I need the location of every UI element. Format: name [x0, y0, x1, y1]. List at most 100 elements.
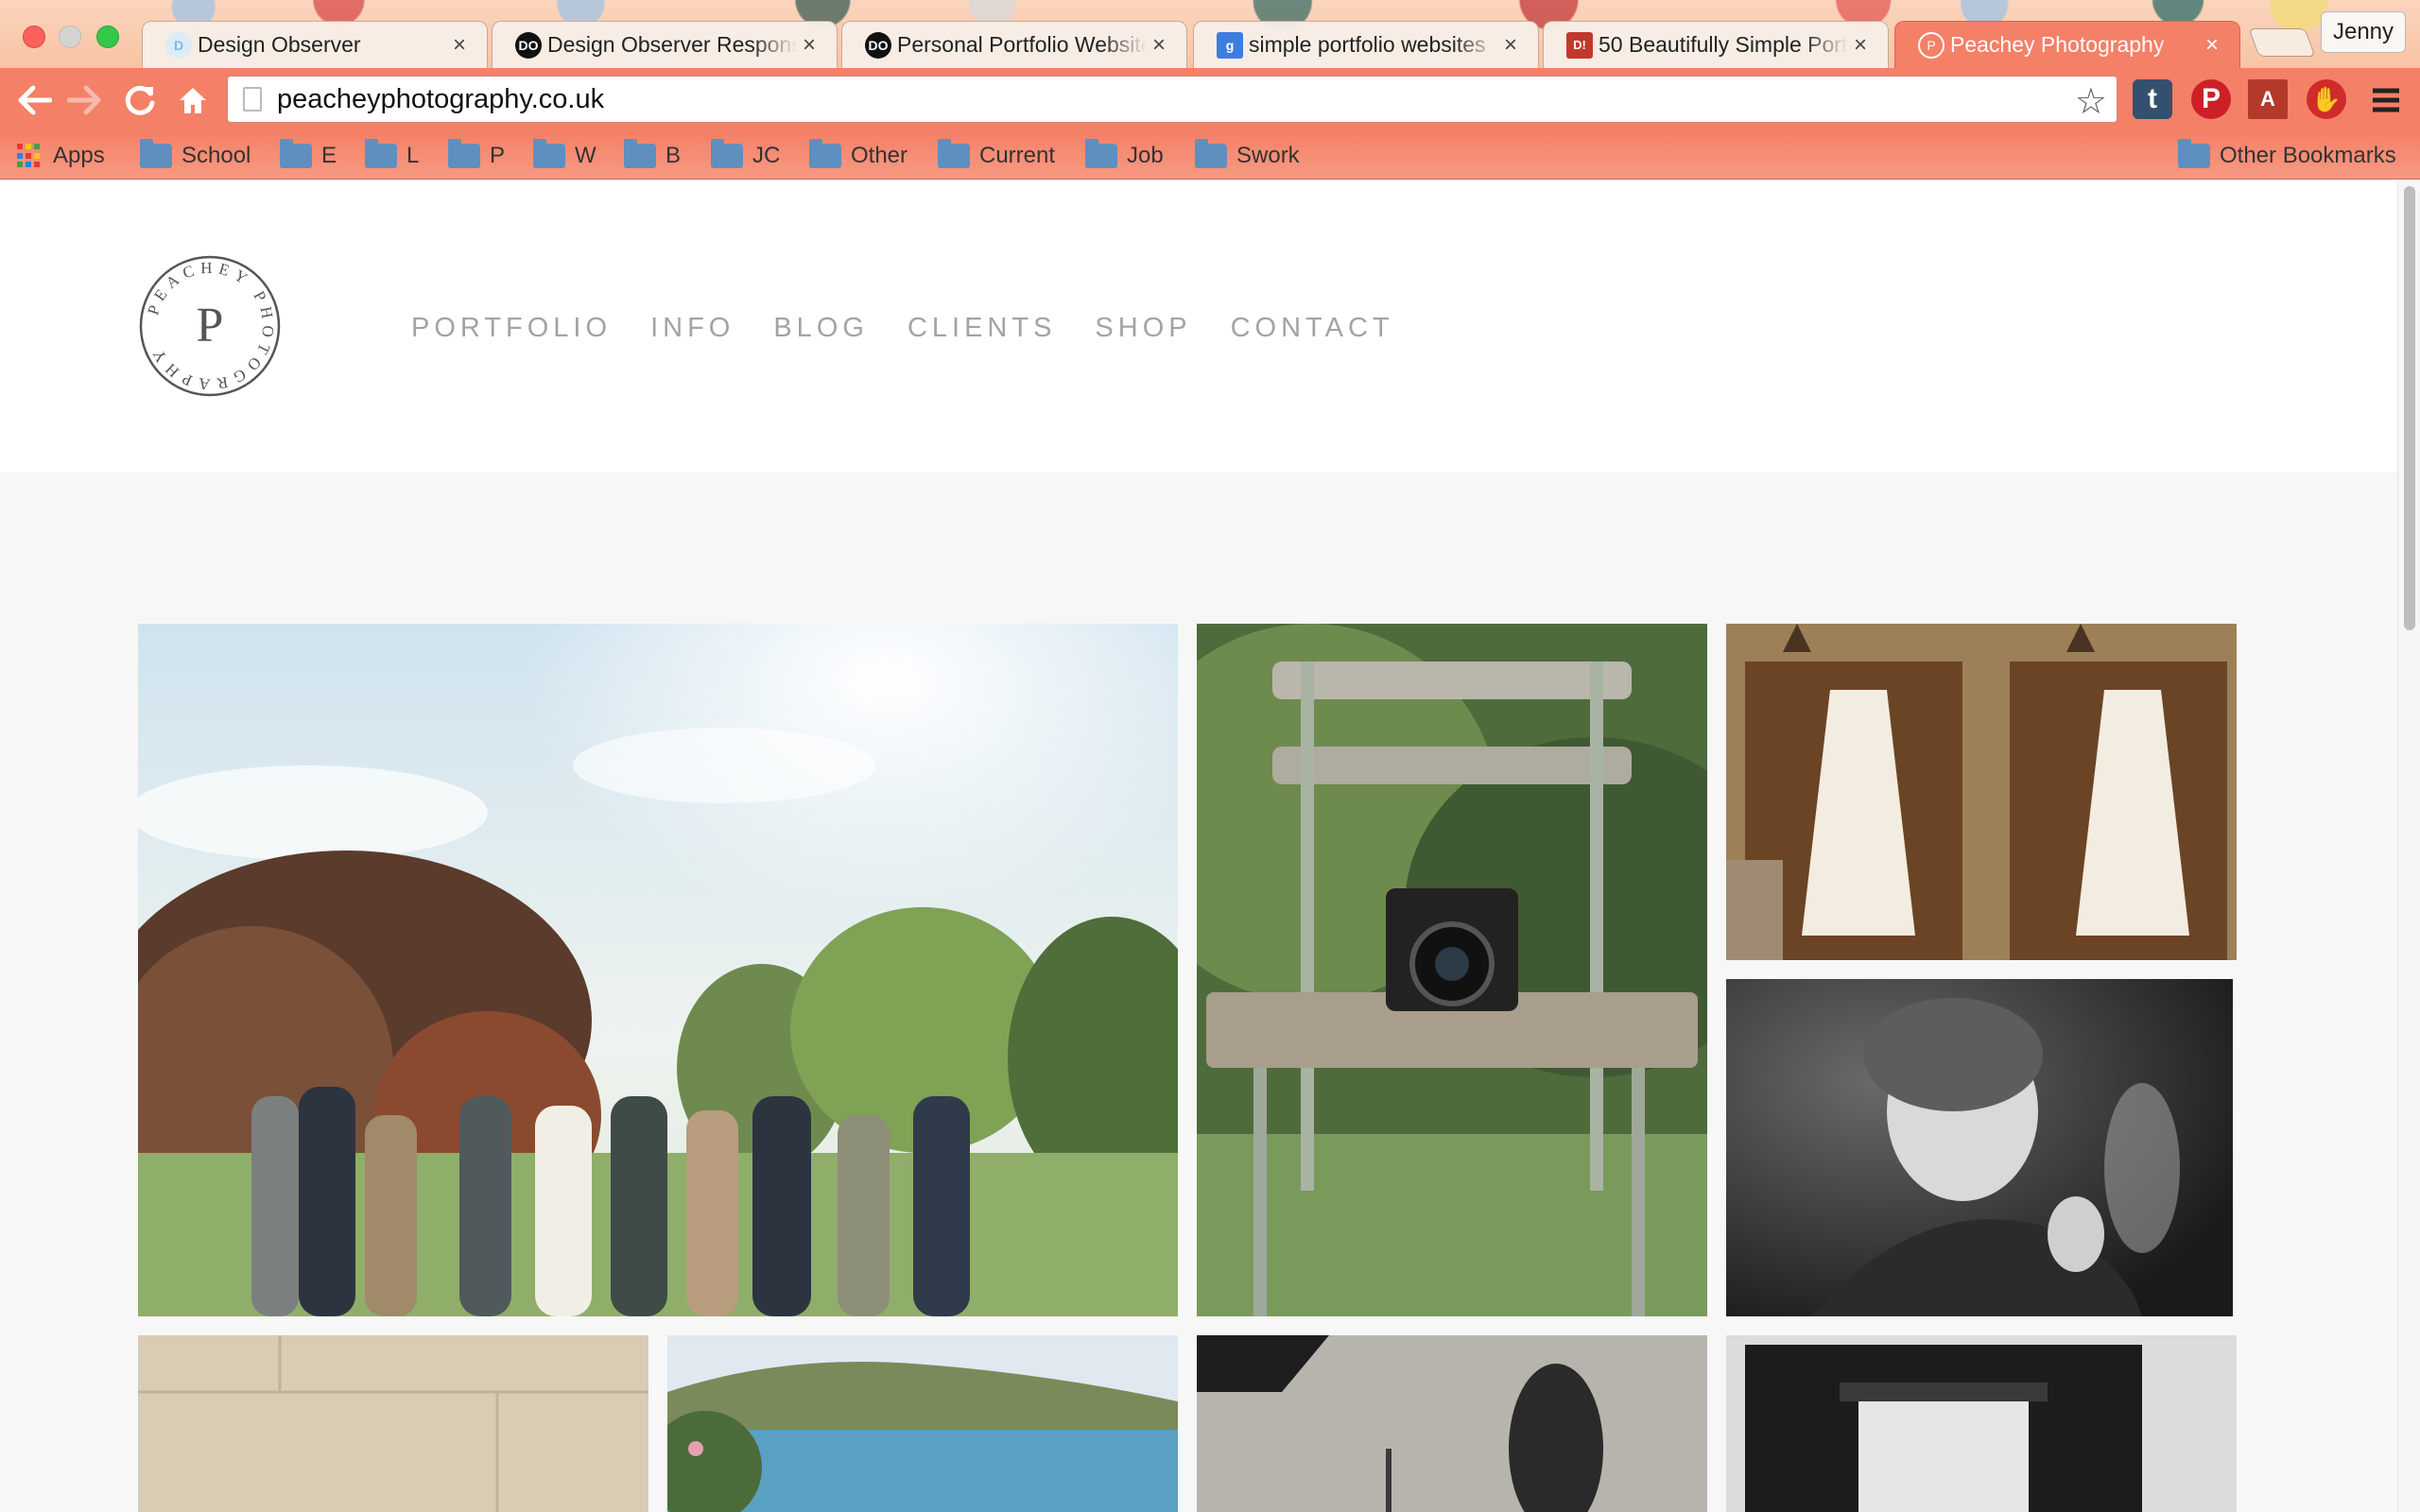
- bookmark-folder-current[interactable]: Current: [938, 139, 1056, 172]
- tab-close-icon[interactable]: ×: [797, 32, 821, 59]
- web-page: PEACHEY PHOTOGRAPHY P PORTFOLIO INFO BLO…: [0, 180, 2397, 1512]
- scrollbar-thumb[interactable]: [2404, 186, 2415, 630]
- tab-title: Peachey Photography: [1950, 32, 2165, 57]
- tab-peachey-photography[interactable]: P Peachey Photography ×: [1894, 21, 2240, 68]
- folder-icon: [140, 139, 172, 168]
- tab-simple-portfolio[interactable]: g simple portfolio websites ×: [1193, 21, 1539, 68]
- url-text: peacheyphotography.co.uk: [277, 83, 605, 114]
- bookmark-label: Job: [1127, 143, 1164, 168]
- tab-title: simple portfolio websites: [1249, 32, 1486, 57]
- gallery-photo-camera-chair[interactable]: [1197, 624, 1707, 1316]
- bookmark-folder-e[interactable]: E: [280, 139, 337, 172]
- peachey-logo[interactable]: PEACHEY PHOTOGRAPHY P: [138, 254, 282, 398]
- home-icon[interactable]: [170, 77, 216, 123]
- tab-close-icon[interactable]: ×: [1498, 32, 1523, 59]
- gallery-photo-stone-wall[interactable]: [138, 1335, 648, 1512]
- tab-personal-portfolio[interactable]: DO Personal Portfolio Website ×: [841, 21, 1187, 68]
- nav-shop[interactable]: SHOP: [1095, 313, 1191, 344]
- tab-title: Design Observer: [198, 32, 361, 57]
- folder-icon: [533, 139, 565, 168]
- gallery-photo-wedding-party[interactable]: [138, 624, 1178, 1316]
- bookmark-folder-other-bookmarks[interactable]: Other Bookmarks: [2178, 139, 2396, 172]
- window-minimize-button[interactable]: [59, 26, 81, 48]
- tab-close-icon[interactable]: ×: [1848, 32, 1873, 59]
- folder-icon: [2178, 139, 2210, 168]
- pinterest-extension-icon[interactable]: P: [2191, 79, 2231, 119]
- main-nav: PORTFOLIO INFO BLOG CLIENTS SHOP CONTACT: [411, 313, 1433, 344]
- favicon-icon: g: [1217, 31, 1243, 59]
- bookmark-folder-b[interactable]: B: [624, 139, 681, 172]
- window-maximize-button[interactable]: [96, 26, 119, 48]
- site-header: PEACHEY PHOTOGRAPHY P PORTFOLIO INFO BLO…: [0, 180, 2397, 472]
- folder-icon: [938, 139, 970, 168]
- tumblr-extension-icon[interactable]: t: [2133, 79, 2172, 119]
- bookmark-folder-job[interactable]: Job: [1085, 139, 1164, 172]
- forward-arrow-icon[interactable]: [62, 77, 108, 123]
- nav-contact[interactable]: CONTACT: [1231, 313, 1394, 344]
- folder-icon: [1085, 139, 1117, 168]
- bookmark-label: Swork: [1236, 143, 1300, 168]
- tab-design-observer-responsive[interactable]: DO Design Observer Responsive ×: [492, 21, 838, 68]
- gallery-photo-bw-portrait[interactable]: [1726, 979, 2233, 1316]
- folder-icon: [809, 139, 841, 168]
- gallery-photo-couple-sunset[interactable]: [1197, 1335, 1707, 1512]
- new-tab-button[interactable]: [2248, 28, 2316, 57]
- bookmark-label: W: [575, 143, 596, 168]
- tab-close-icon[interactable]: ×: [2200, 32, 2224, 59]
- tab-title: 50 Beautifully Simple Portfolio: [1599, 32, 1848, 57]
- favicon-icon: DO: [865, 31, 891, 59]
- bookmark-label: L: [406, 143, 420, 168]
- tab-close-icon[interactable]: ×: [447, 32, 472, 59]
- bookmark-folder-school[interactable]: School: [140, 139, 251, 172]
- apps-grid-icon: [17, 144, 42, 168]
- bookmark-label: P: [490, 143, 506, 168]
- reload-icon[interactable]: [117, 77, 163, 123]
- gallery-photo-coastal-bay[interactable]: [667, 1335, 1178, 1512]
- folder-icon: [711, 139, 743, 168]
- tab-strip: D Design Observer × DO Design Observer R…: [0, 0, 2420, 68]
- nav-clients[interactable]: CLIENTS: [908, 313, 1056, 344]
- nav-portfolio[interactable]: PORTFOLIO: [411, 313, 612, 344]
- folder-icon: [448, 139, 480, 168]
- nav-info[interactable]: INFO: [650, 313, 735, 344]
- gallery-photo-wedding-dresses[interactable]: [1726, 624, 2237, 960]
- favicon-icon: P: [1918, 31, 1945, 59]
- bookmark-apps[interactable]: Apps: [17, 140, 105, 172]
- pdf-extension-icon[interactable]: A: [2248, 79, 2288, 119]
- bookmark-label: School: [182, 143, 251, 168]
- bookmark-folder-swork[interactable]: Swork: [1195, 139, 1300, 172]
- folder-icon: [365, 139, 397, 168]
- favicon-icon: D: [165, 31, 192, 59]
- bookmark-folder-jc[interactable]: JC: [711, 139, 780, 172]
- page-scrollbar[interactable]: [2397, 180, 2420, 1512]
- favicon-icon: DO: [515, 31, 542, 59]
- back-arrow-icon[interactable]: [11, 77, 57, 123]
- tab-design-observer[interactable]: D Design Observer ×: [142, 21, 488, 68]
- logo-letter: P: [197, 299, 224, 352]
- folder-icon: [624, 139, 656, 168]
- profile-button[interactable]: Jenny: [2321, 11, 2406, 53]
- window-close-button[interactable]: [23, 26, 45, 48]
- tab-title: Personal Portfolio Website: [897, 32, 1147, 57]
- nav-blog[interactable]: BLOG: [773, 313, 869, 344]
- bookmark-label: E: [321, 143, 337, 168]
- bookmark-folder-p[interactable]: P: [448, 139, 506, 172]
- bookmarks-bar: Apps School E L P W B JC Other Current J…: [0, 132, 2420, 180]
- tab-title: Design Observer Responsive: [547, 32, 797, 57]
- folder-icon: [1195, 139, 1227, 168]
- bookmark-folder-other[interactable]: Other: [809, 139, 908, 172]
- adblock-hand-icon[interactable]: ✋: [2307, 79, 2346, 119]
- bookmark-star-icon[interactable]: ☆: [2075, 80, 2107, 123]
- folder-icon: [280, 139, 312, 168]
- bookmark-label: Current: [979, 143, 1056, 168]
- favicon-icon: D!: [1566, 31, 1593, 59]
- gallery-photo-bw-doorway[interactable]: [1726, 1335, 2237, 1512]
- bookmark-label: Apps: [53, 143, 105, 168]
- bookmark-folder-l[interactable]: L: [365, 139, 420, 172]
- menu-icon[interactable]: [2363, 77, 2409, 123]
- address-bar[interactable]: peacheyphotography.co.uk ☆: [227, 76, 2118, 123]
- browser-toolbar: peacheyphotography.co.uk ☆ t P A ✋: [0, 68, 2420, 132]
- bookmark-folder-w[interactable]: W: [533, 139, 596, 172]
- tab-50-beautiful[interactable]: D! 50 Beautifully Simple Portfolio ×: [1543, 21, 1889, 68]
- tab-close-icon[interactable]: ×: [1147, 32, 1171, 59]
